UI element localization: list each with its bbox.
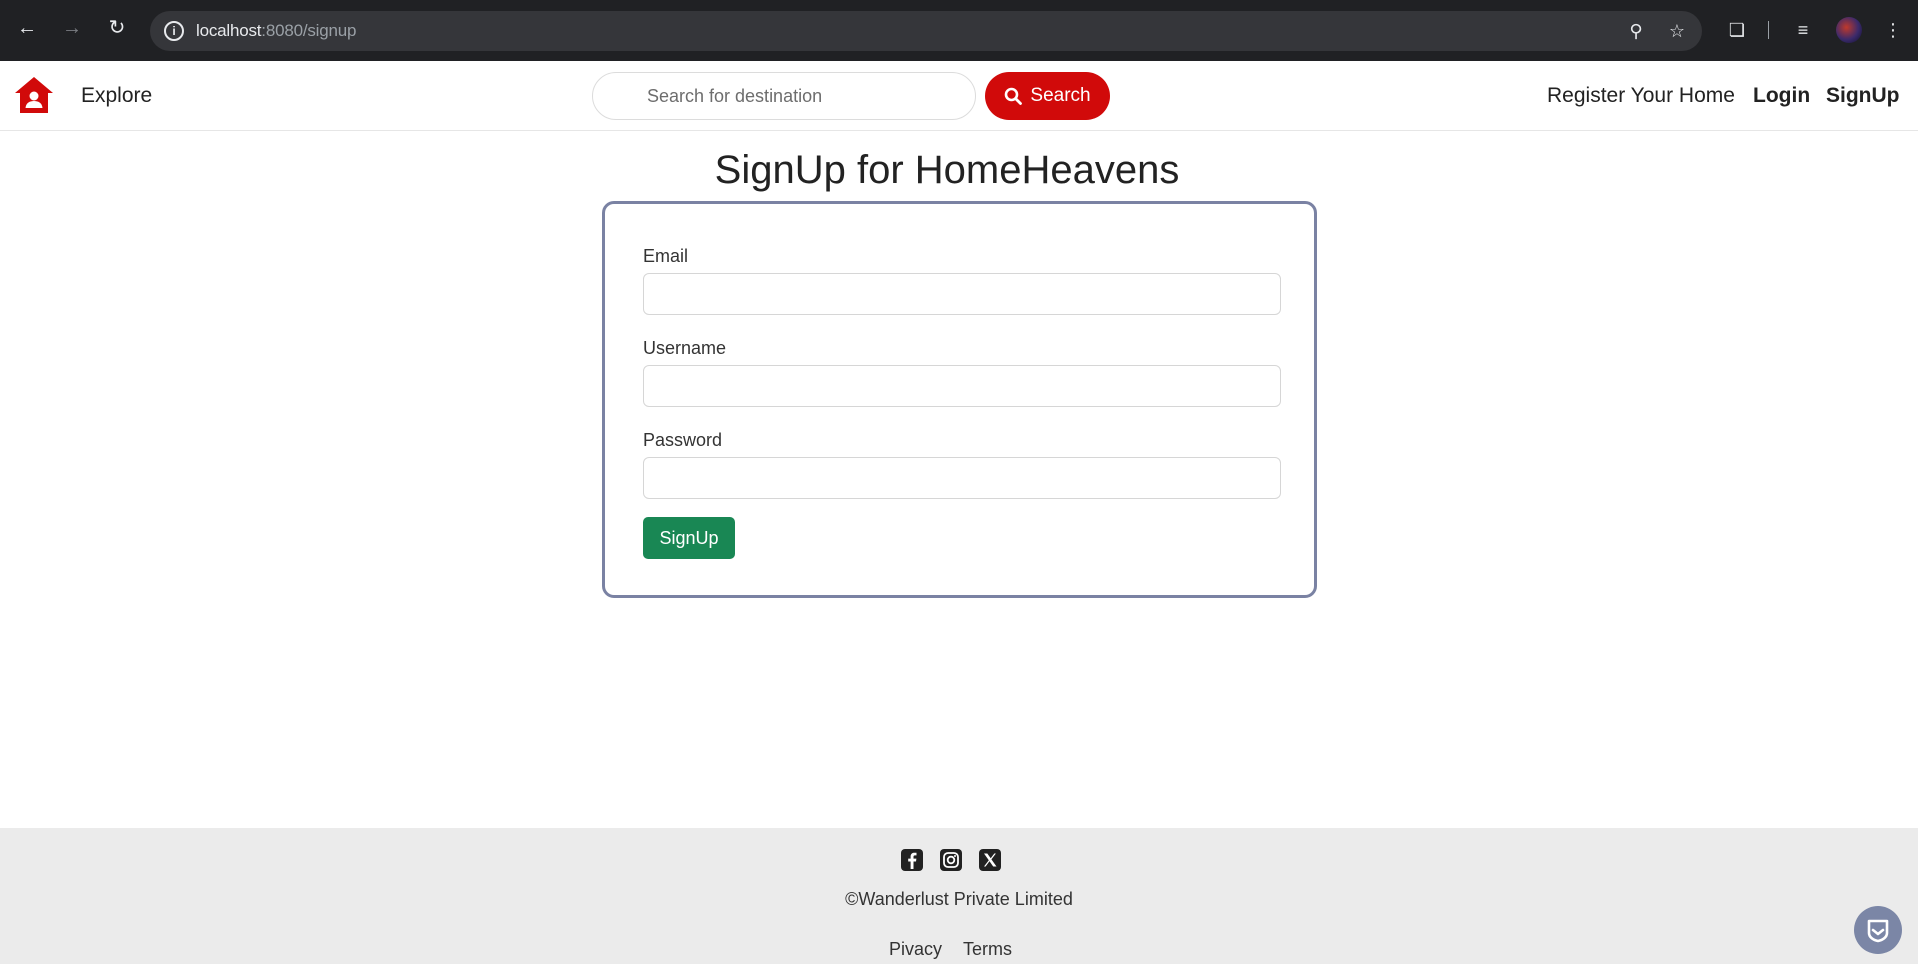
username-label: Username xyxy=(643,338,727,358)
terms-link[interactable]: Terms xyxy=(963,939,1012,960)
email-field[interactable] xyxy=(643,273,1281,315)
facebook-icon[interactable] xyxy=(901,849,923,871)
site-info-icon[interactable]: i xyxy=(164,21,184,41)
address-bar[interactable]: i localhost:8080/signup ⚲ ☆ xyxy=(150,11,1702,51)
password-field[interactable] xyxy=(643,457,1281,499)
back-icon[interactable]: ← xyxy=(13,14,41,42)
browser-toolbar: ← → ↻ i localhost:8080/signup ⚲ ☆ ❏ ≡ ⋮ xyxy=(0,0,1918,61)
bookmark-star-icon[interactable]: ☆ xyxy=(1665,19,1689,43)
login-link[interactable]: Login xyxy=(1753,84,1810,108)
instagram-icon[interactable] xyxy=(940,849,962,871)
password-label: Password xyxy=(643,430,723,450)
site-navbar: Explore Search Register Your Home Login … xyxy=(0,61,1918,131)
signup-link[interactable]: SignUp xyxy=(1826,84,1900,108)
site-footer: ©Wanderlust Private Limited Pivacy Terms xyxy=(0,828,1918,964)
explore-link[interactable]: Explore xyxy=(81,84,152,108)
reload-icon[interactable]: ↻ xyxy=(103,14,131,42)
search-input[interactable] xyxy=(592,72,976,120)
register-home-link[interactable]: Register Your Home xyxy=(1547,84,1735,108)
privacy-link[interactable]: Pivacy xyxy=(889,939,942,960)
search-button[interactable]: Search xyxy=(985,72,1110,120)
signup-submit-button[interactable]: SignUp xyxy=(643,517,735,559)
shield-chat-icon xyxy=(1867,919,1889,943)
menu-kebab-icon[interactable]: ⋮ xyxy=(1880,17,1906,43)
profile-avatar[interactable] xyxy=(1836,17,1862,43)
magnifier-icon xyxy=(1005,87,1023,105)
extensions-icon[interactable]: ❏ xyxy=(1724,17,1750,43)
copyright-text: ©Wanderlust Private Limited xyxy=(845,889,1073,909)
email-label: Email xyxy=(643,246,689,266)
page-title: SignUp for HomeHeavens xyxy=(714,148,1180,192)
media-controls-icon[interactable]: ≡ xyxy=(1790,17,1816,43)
home-logo-icon[interactable] xyxy=(13,75,55,115)
forward-icon[interactable]: → xyxy=(58,14,86,42)
username-field[interactable] xyxy=(643,365,1281,407)
search-button-label: Search xyxy=(1030,85,1091,106)
help-widget-button[interactable] xyxy=(1854,906,1902,954)
signup-form-card: Email Username Password SignUp xyxy=(602,201,1317,598)
toolbar-divider xyxy=(1768,21,1769,39)
address-url[interactable]: localhost:8080/signup xyxy=(196,21,356,41)
zoom-icon[interactable]: ⚲ xyxy=(1624,19,1648,43)
x-twitter-icon[interactable] xyxy=(979,849,1001,871)
